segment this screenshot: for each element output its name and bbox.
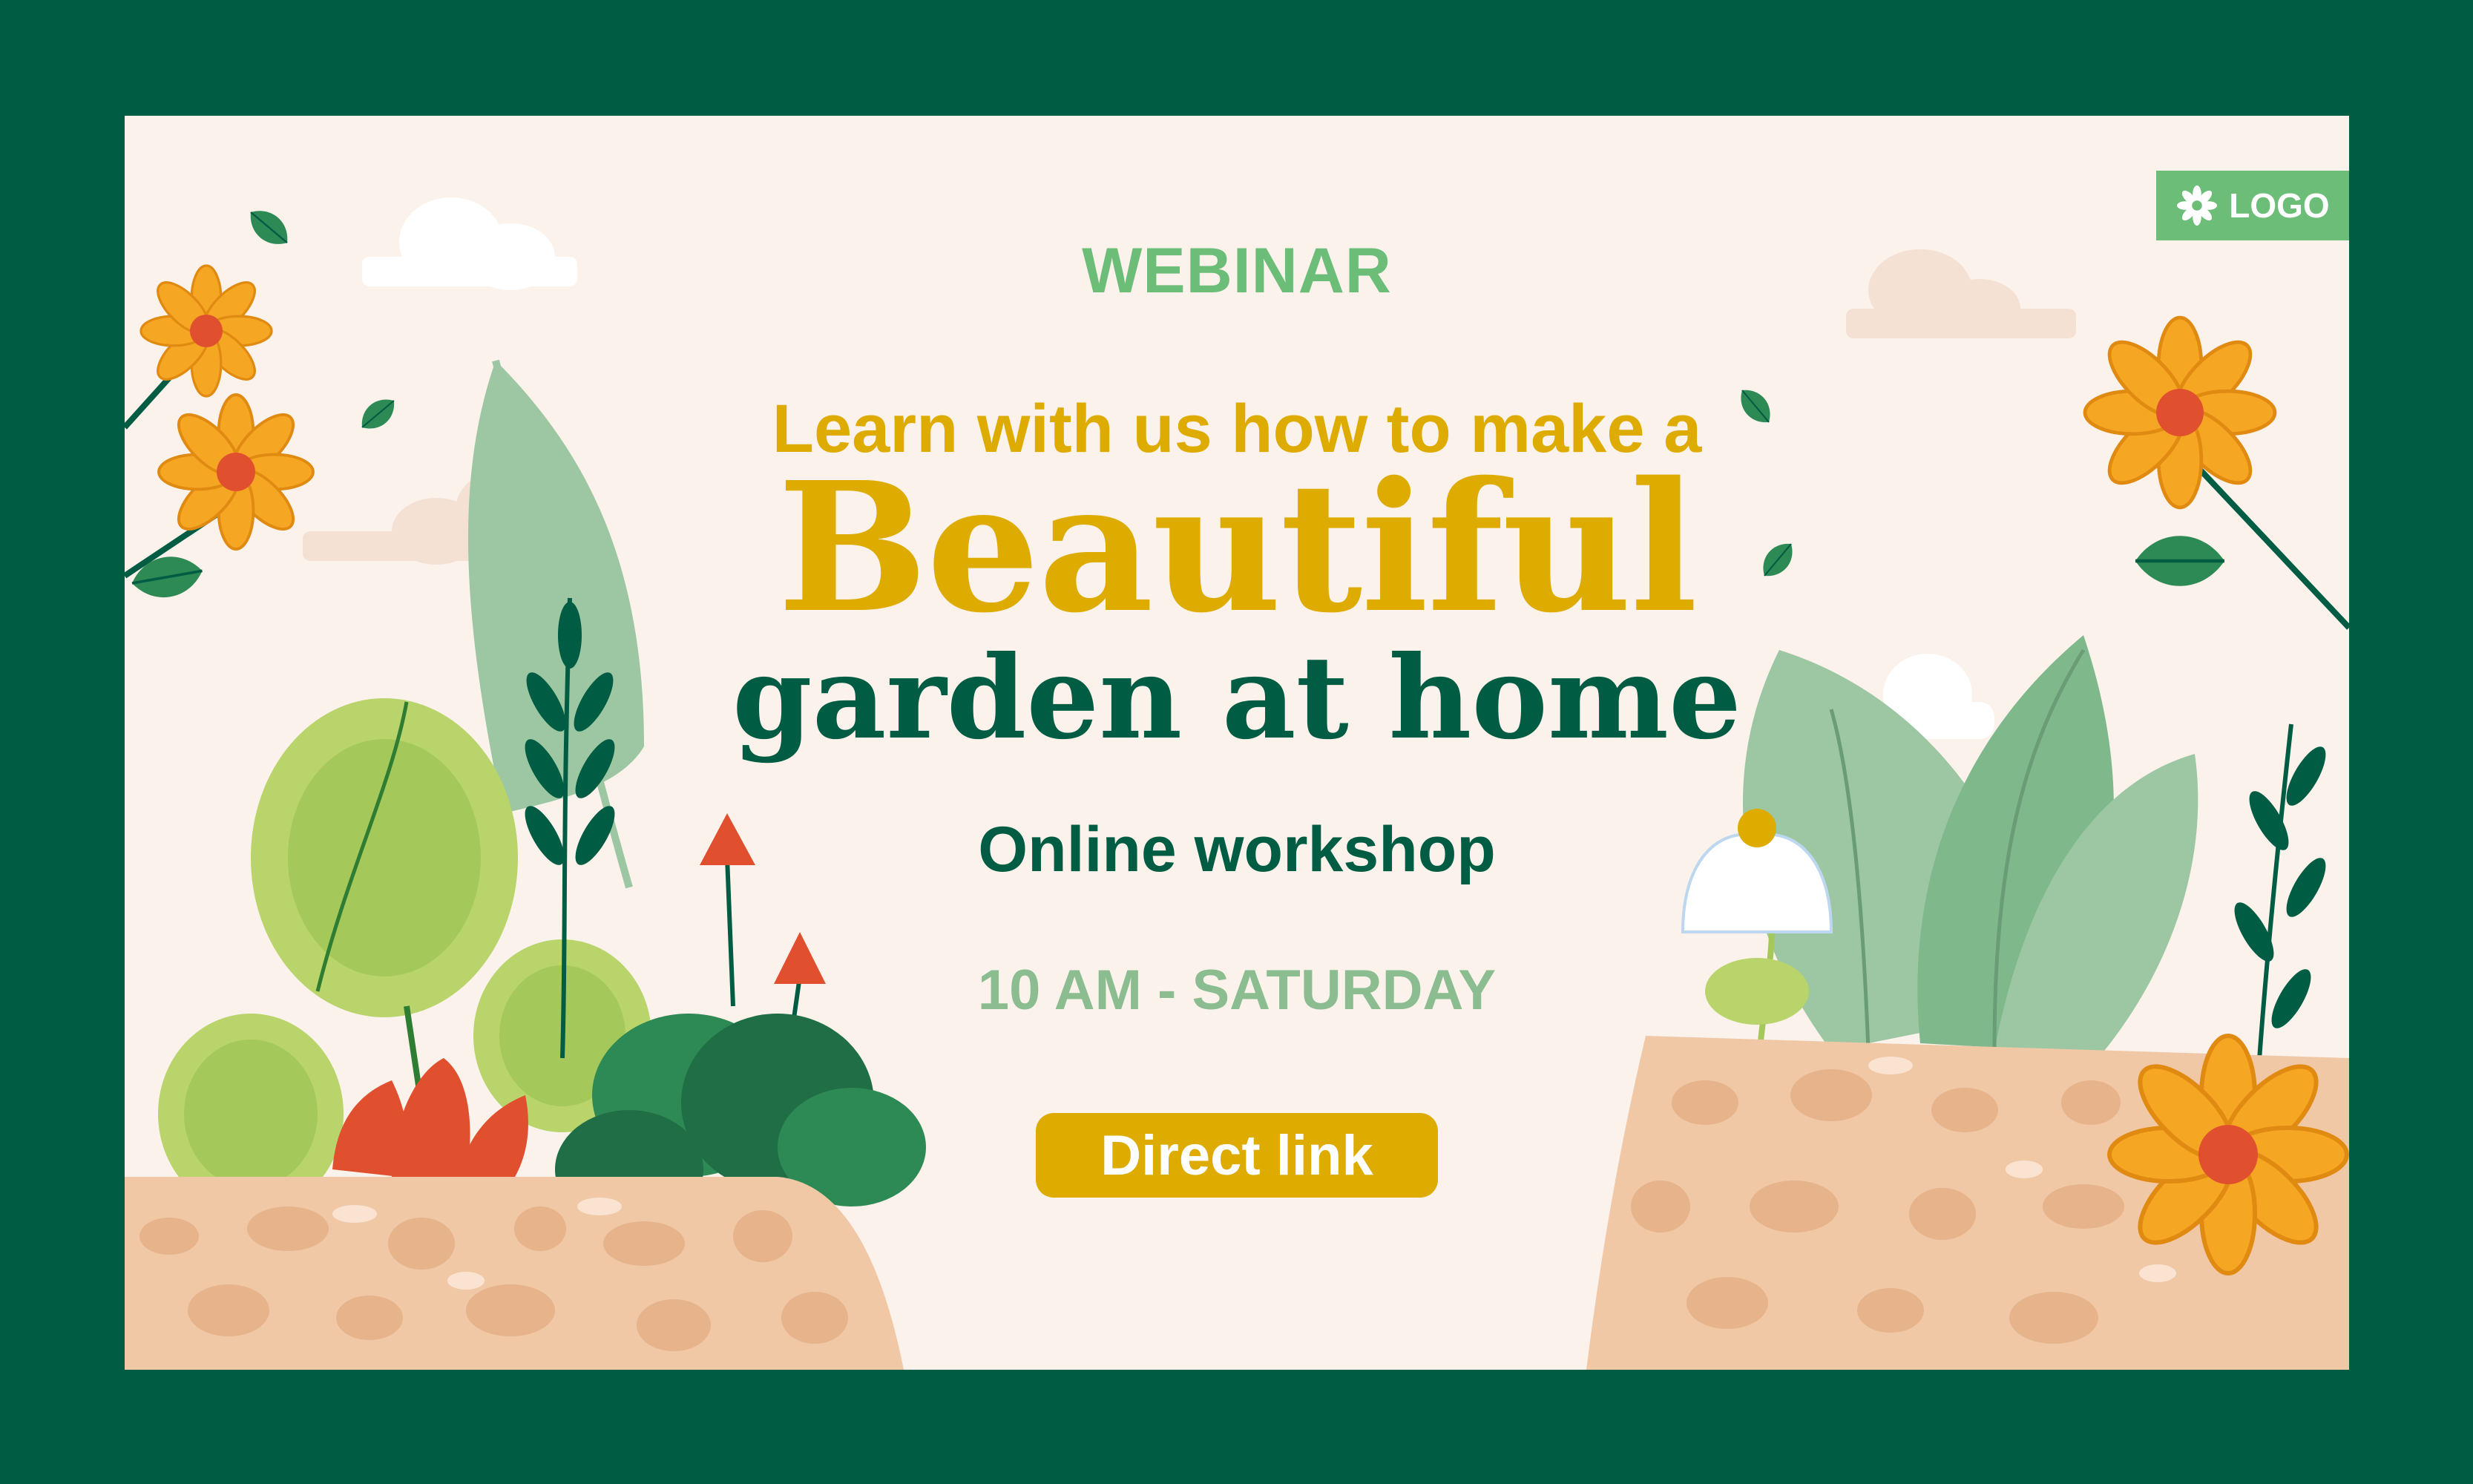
daisy-flower [2109,1036,2347,1273]
logo-badge: LOGO [2156,171,2349,240]
webinar-banner: LOGO WEBINAR Learn with us how to make a… [125,116,2349,1370]
logo-label: LOGO [2229,186,2330,225]
direct-link-button[interactable]: Direct link [1036,1113,1438,1198]
flower-icon [2177,185,2218,226]
headline: Beautiful [777,443,1698,652]
subtitle: Online workshop [978,814,1496,885]
eyebrow-label: WEBINAR [1082,235,1392,306]
headline-sub: garden at home [732,631,1741,765]
stone-planter-left [125,1177,904,1370]
schedule-text: 10 AM - SATURDAY [977,959,1497,1022]
